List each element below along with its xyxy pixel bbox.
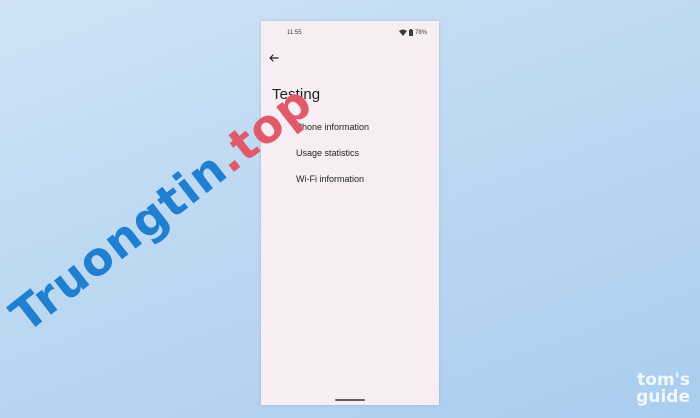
home-indicator[interactable] (335, 399, 365, 401)
battery-percentage: 78% (414, 29, 427, 36)
back-button[interactable] (268, 51, 280, 63)
brand-logo: tom's guide (596, 372, 690, 406)
brand-logo-line2: guide (636, 387, 690, 407)
menu-item-wifi-information[interactable]: Wi-Fi information (261, 170, 439, 196)
status-time: 11:55 (287, 30, 302, 36)
battery-icon (408, 29, 413, 36)
back-arrow-icon (269, 54, 279, 62)
menu-item-usage-statistics[interactable]: Usage statistics (261, 144, 439, 170)
status-bar: 11:55 78% (261, 21, 439, 45)
watermark-name: Truongtin (0, 140, 237, 343)
status-indicators: 78% (398, 29, 427, 36)
wifi-icon (398, 29, 407, 36)
